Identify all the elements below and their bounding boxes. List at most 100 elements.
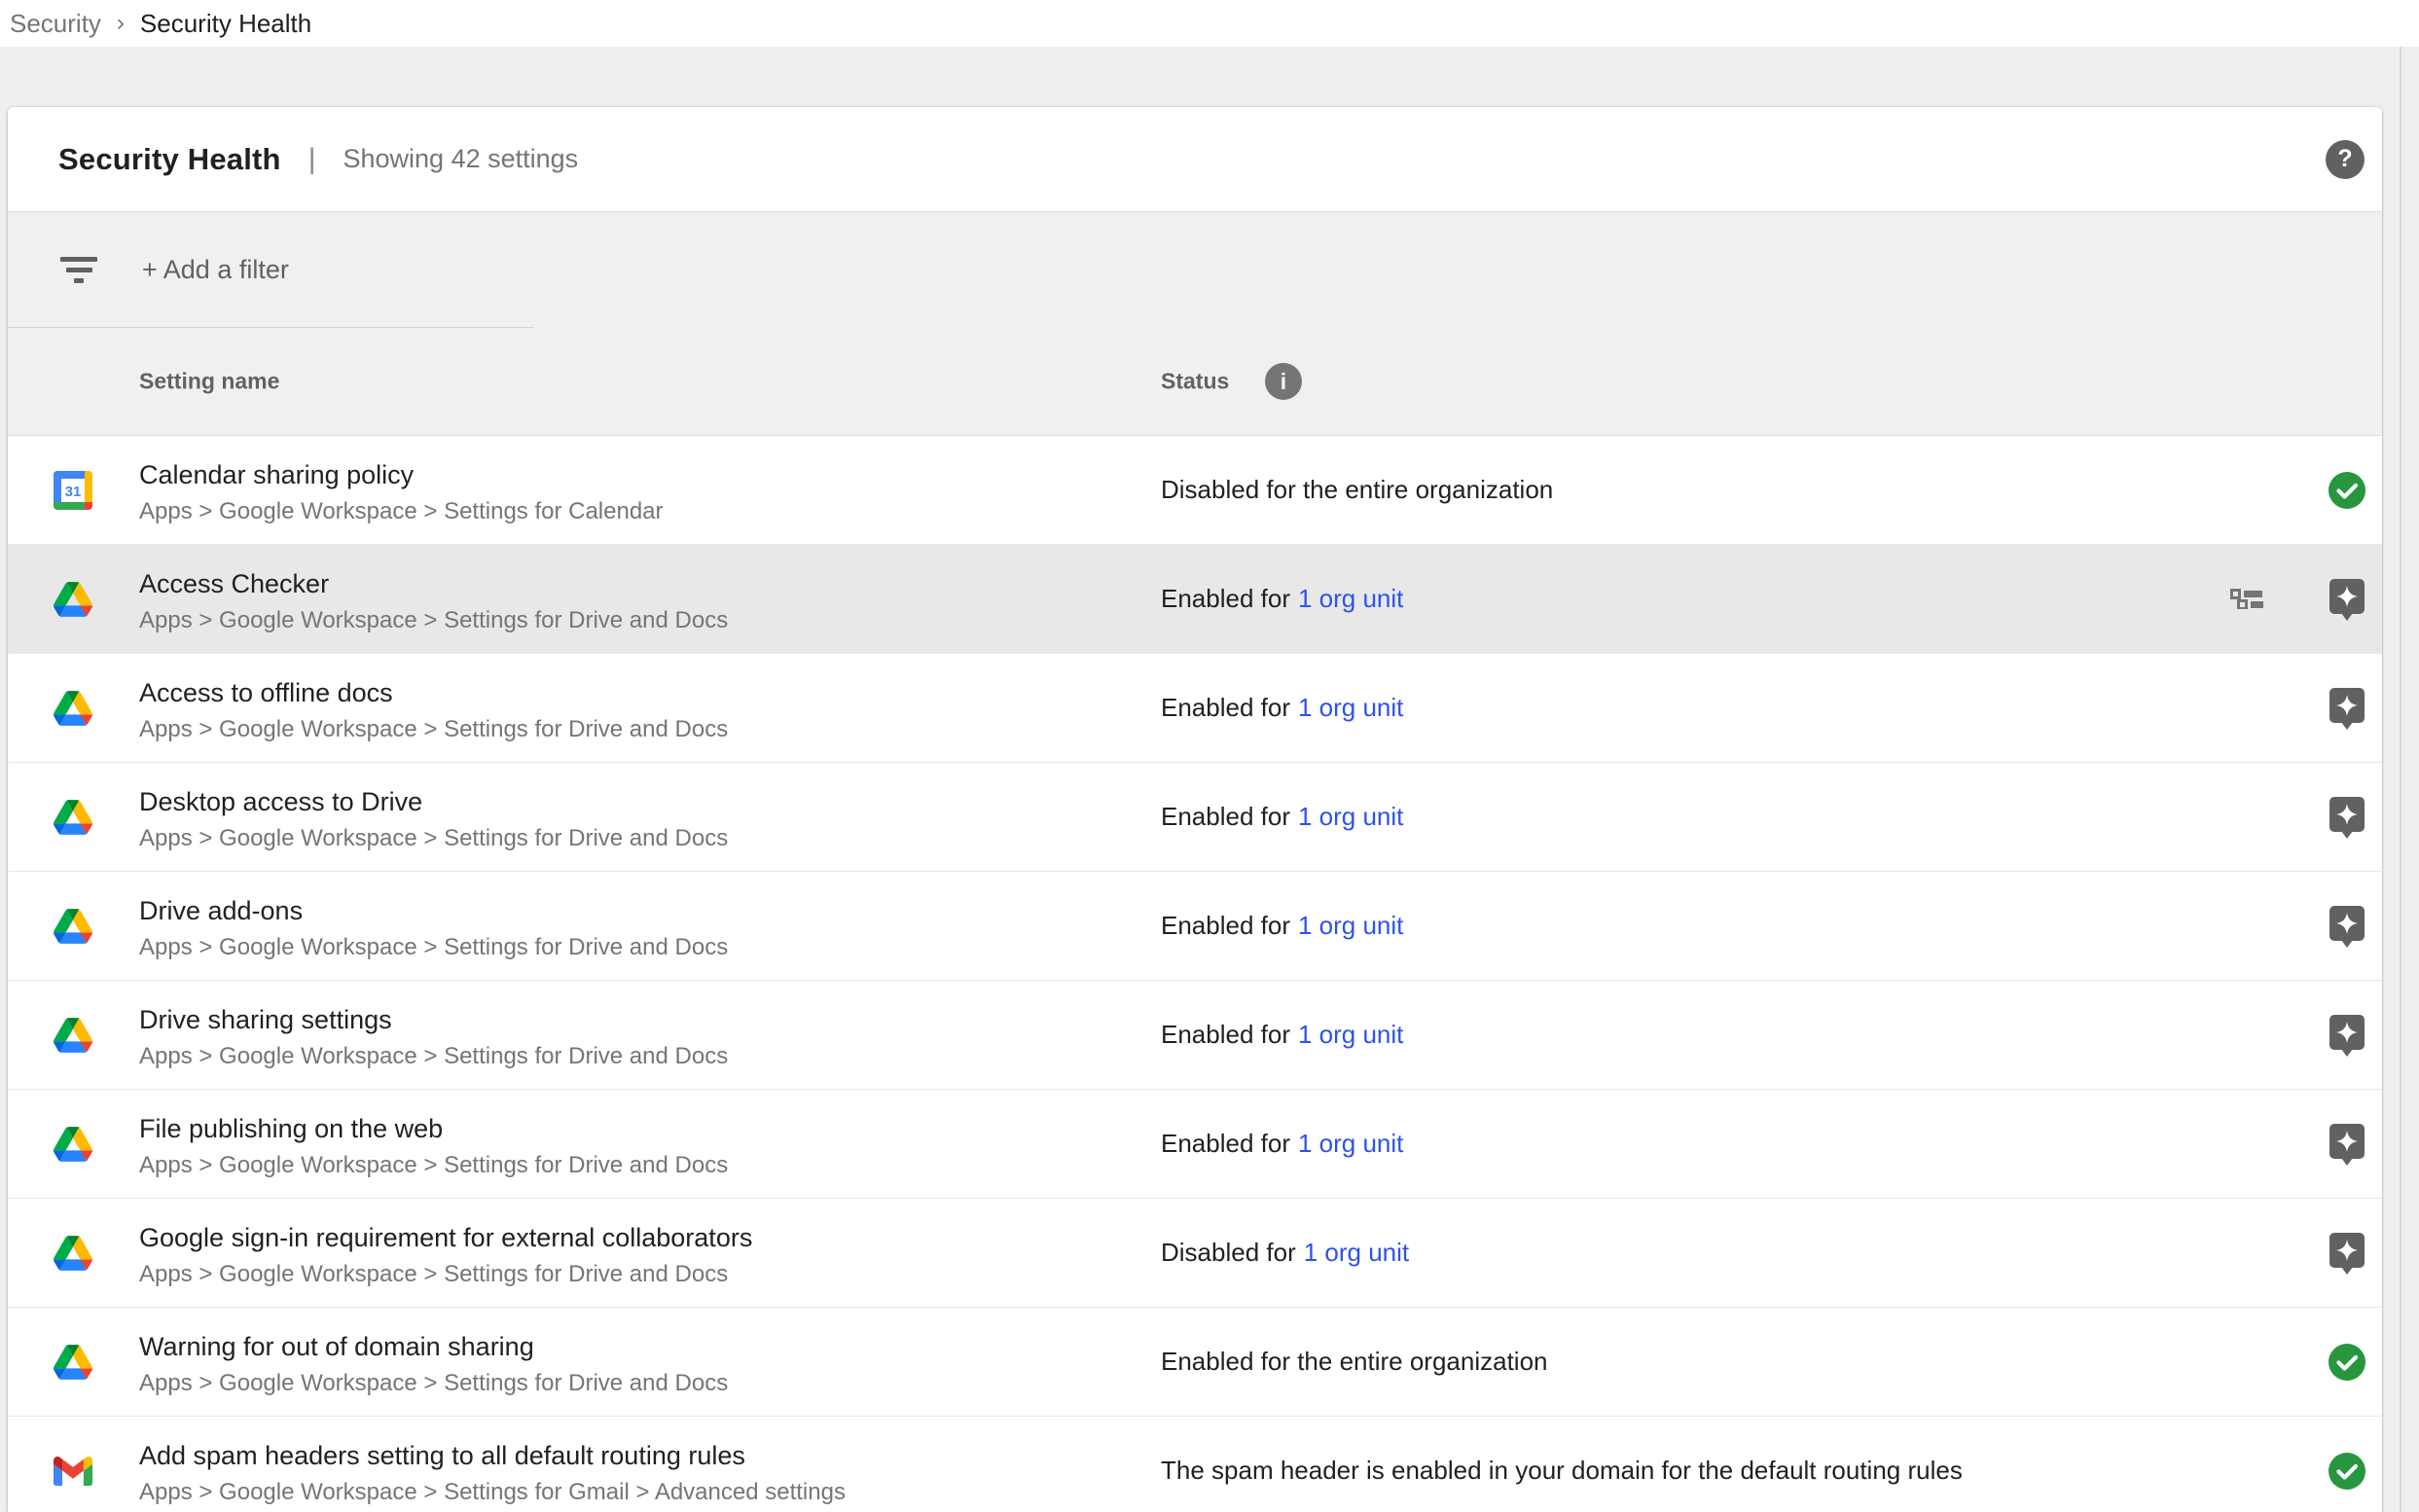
table-row[interactable]: File publishing on the web Apps > Google… [8, 1090, 2382, 1199]
status-cell: Enabled for 1 org unit [1161, 1090, 1403, 1198]
row-actions [2328, 1090, 2366, 1198]
org-unit-link[interactable]: 1 org unit [1298, 1020, 1403, 1050]
status-text: Enabled for [1161, 693, 1290, 723]
google-drive-icon [54, 580, 92, 619]
setting-path: Apps > Google Workspace > Settings for D… [139, 1152, 728, 1179]
google-drive-icon [54, 1343, 92, 1382]
recommendation-flag-icon[interactable] [2328, 1231, 2366, 1276]
info-icon[interactable]: i [1265, 363, 1302, 400]
status-cell: Disabled for 1 org unit [1161, 1199, 1409, 1307]
svg-text:31: 31 [65, 484, 82, 500]
filter-icon [60, 254, 97, 286]
recommendation-flag-icon[interactable] [2328, 1122, 2366, 1167]
org-unit-link[interactable]: 1 org unit [1298, 911, 1403, 941]
table-row[interactable]: Add spam headers setting to all default … [8, 1417, 2382, 1512]
status-cell: Enabled for 1 org unit [1161, 545, 1403, 653]
setting-name[interactable]: Warning for out of domain sharing [139, 1332, 534, 1362]
settings-count: Showing 42 settings [343, 144, 579, 174]
org-unit-link[interactable]: 1 org unit [1298, 1129, 1403, 1159]
breadcrumb-parent-link[interactable]: Security [10, 9, 101, 39]
org-unit-link[interactable]: 1 org unit [1298, 693, 1403, 723]
status-cell: The spam header is enabled in your domai… [1161, 1417, 1963, 1512]
row-actions [2230, 545, 2366, 653]
google-drive-icon [54, 1234, 92, 1273]
status-text: Enabled for the entire organization [1161, 1347, 1548, 1377]
google-drive-icon [54, 798, 92, 837]
status-text: Enabled for [1161, 1129, 1290, 1159]
setting-name[interactable]: Add spam headers setting to all default … [139, 1441, 745, 1471]
status-text: Enabled for [1161, 584, 1290, 614]
setting-name[interactable]: Desktop access to Drive [139, 787, 422, 817]
check-circle-icon[interactable] [2328, 1449, 2366, 1494]
setting-name[interactable]: Drive sharing settings [139, 1005, 392, 1035]
google-drive-icon [54, 689, 92, 728]
table-row[interactable]: Desktop access to Drive Apps > Google Wo… [8, 763, 2382, 872]
org-unit-link[interactable]: 1 org unit [1298, 584, 1403, 614]
recommendation-flag-icon[interactable] [2328, 686, 2366, 731]
row-actions [2328, 654, 2366, 762]
setting-path: Apps > Google Workspace > Settings for D… [139, 607, 728, 634]
setting-path: Apps > Google Workspace > Settings for D… [139, 934, 728, 961]
table-row[interactable]: Warning for out of domain sharing Apps >… [8, 1308, 2382, 1417]
row-actions [2328, 436, 2366, 544]
table-row[interactable]: Access to offline docs Apps > Google Wor… [8, 654, 2382, 763]
row-actions [2328, 981, 2366, 1089]
setting-name[interactable]: Drive add-ons [139, 896, 303, 926]
google-drive-icon [54, 1016, 92, 1055]
chevron-right-icon: › [117, 10, 125, 37]
status-text: Enabled for [1161, 911, 1290, 941]
status-cell: Enabled for the entire organization [1161, 1308, 1548, 1416]
row-actions [2328, 1199, 2366, 1307]
setting-path: Apps > Google Workspace > Settings for D… [139, 1261, 728, 1288]
check-circle-icon[interactable] [2328, 1340, 2366, 1385]
status-text: Disabled for [1161, 1238, 1296, 1268]
org-unit-link[interactable]: 1 org unit [1304, 1238, 1409, 1268]
table-header: Setting name Status i [8, 328, 2382, 436]
card-header: Security Health | Showing 42 settings ? [8, 107, 2382, 212]
status-text: Enabled for [1161, 802, 1290, 832]
setting-path: Apps > Google Workspace > Settings for D… [139, 1043, 728, 1070]
recommendation-flag-icon[interactable] [2328, 795, 2366, 840]
help-icon[interactable]: ? [2326, 140, 2365, 179]
setting-path: Apps > Google Workspace > Settings for D… [139, 716, 728, 743]
scrollbar-track[interactable] [2400, 47, 2401, 1512]
settings-table-body: 31 Calendar sharing policy Apps > Google… [8, 436, 2382, 1512]
setting-name[interactable]: Google sign-in requirement for external … [139, 1223, 752, 1253]
add-filter-button[interactable]: + Add a filter [142, 255, 289, 285]
setting-path: Apps > Google Workspace > Settings for D… [139, 825, 728, 852]
setting-name[interactable]: Access to offline docs [139, 678, 393, 708]
google-drive-icon [54, 907, 92, 946]
recommendation-flag-icon[interactable] [2328, 1013, 2366, 1058]
title-separator: | [308, 143, 316, 176]
table-row[interactable]: Drive add-ons Apps > Google Workspace > … [8, 872, 2382, 981]
gmail-icon [54, 1452, 92, 1491]
table-row[interactable]: Google sign-in requirement for external … [8, 1199, 2382, 1308]
filter-bar: + Add a filter [8, 212, 2382, 328]
setting-name[interactable]: Calendar sharing policy [139, 460, 414, 490]
breadcrumb: Security › Security Health [0, 0, 2419, 47]
org-unit-icon[interactable] [2230, 589, 2263, 609]
setting-path: Apps > Google Workspace > Settings for G… [139, 1479, 846, 1506]
row-actions [2328, 763, 2366, 871]
setting-path: Apps > Google Workspace > Settings for D… [139, 1370, 728, 1397]
org-unit-link[interactable]: 1 org unit [1298, 802, 1403, 832]
column-header-status: Status [1161, 369, 1229, 395]
recommendation-flag-icon[interactable] [2328, 577, 2366, 622]
security-health-card: Security Health | Showing 42 settings ? … [8, 107, 2382, 1512]
breadcrumb-current: Security Health [140, 9, 311, 39]
check-circle-icon[interactable] [2328, 468, 2366, 513]
status-cell: Disabled for the entire organization [1161, 436, 1553, 544]
setting-name[interactable]: Access Checker [139, 569, 329, 599]
table-row[interactable]: 31 Calendar sharing policy Apps > Google… [8, 436, 2382, 545]
google-drive-icon [54, 1125, 92, 1164]
status-cell: Enabled for 1 org unit [1161, 981, 1403, 1089]
status-cell: Enabled for 1 org unit [1161, 654, 1403, 762]
recommendation-flag-icon[interactable] [2328, 904, 2366, 949]
row-actions [2328, 872, 2366, 980]
table-row[interactable]: Access Checker Apps > Google Workspace >… [8, 545, 2382, 654]
column-header-setting-name: Setting name [139, 369, 279, 395]
setting-name[interactable]: File publishing on the web [139, 1114, 443, 1144]
row-actions [2328, 1417, 2366, 1512]
table-row[interactable]: Drive sharing settings Apps > Google Wor… [8, 981, 2382, 1090]
setting-path: Apps > Google Workspace > Settings for C… [139, 498, 664, 525]
